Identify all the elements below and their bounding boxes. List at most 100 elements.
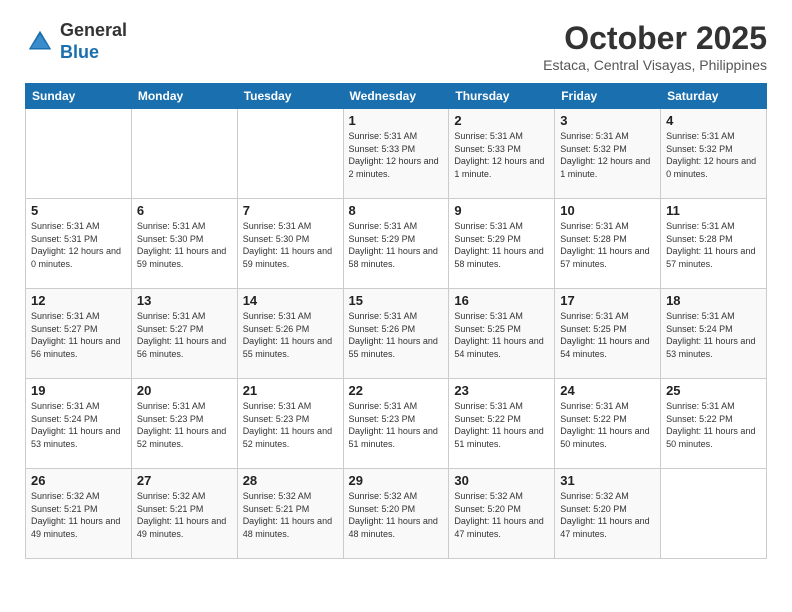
day-number: 1	[349, 113, 444, 128]
calendar-cell	[661, 469, 767, 559]
day-number: 22	[349, 383, 444, 398]
subtitle: Estaca, Central Visayas, Philippines	[543, 57, 767, 73]
calendar-cell: 5 Sunrise: 5:31 AMSunset: 5:31 PMDayligh…	[26, 199, 132, 289]
weekday-header-sunday: Sunday	[26, 84, 132, 109]
weekday-header-tuesday: Tuesday	[237, 84, 343, 109]
day-number: 8	[349, 203, 444, 218]
day-number: 2	[454, 113, 549, 128]
calendar-week-1: 1 Sunrise: 5:31 AMSunset: 5:33 PMDayligh…	[26, 109, 767, 199]
calendar-cell: 6 Sunrise: 5:31 AMSunset: 5:30 PMDayligh…	[131, 199, 237, 289]
calendar-cell: 21 Sunrise: 5:31 AMSunset: 5:23 PMDaylig…	[237, 379, 343, 469]
day-info: Sunrise: 5:31 AMSunset: 5:28 PMDaylight:…	[666, 220, 761, 270]
month-title: October 2025	[543, 20, 767, 57]
day-info: Sunrise: 5:32 AMSunset: 5:20 PMDaylight:…	[560, 490, 655, 540]
day-info: Sunrise: 5:31 AMSunset: 5:32 PMDaylight:…	[560, 130, 655, 180]
calendar-week-5: 26 Sunrise: 5:32 AMSunset: 5:21 PMDaylig…	[26, 469, 767, 559]
day-number: 25	[666, 383, 761, 398]
day-info: Sunrise: 5:31 AMSunset: 5:24 PMDaylight:…	[666, 310, 761, 360]
calendar-cell	[131, 109, 237, 199]
weekday-header-saturday: Saturday	[661, 84, 767, 109]
day-number: 10	[560, 203, 655, 218]
calendar-cell: 11 Sunrise: 5:31 AMSunset: 5:28 PMDaylig…	[661, 199, 767, 289]
calendar-cell: 30 Sunrise: 5:32 AMSunset: 5:20 PMDaylig…	[449, 469, 555, 559]
logo-text: General Blue	[60, 20, 127, 63]
day-info: Sunrise: 5:31 AMSunset: 5:22 PMDaylight:…	[666, 400, 761, 450]
day-info: Sunrise: 5:31 AMSunset: 5:32 PMDaylight:…	[666, 130, 761, 180]
calendar-cell: 2 Sunrise: 5:31 AMSunset: 5:33 PMDayligh…	[449, 109, 555, 199]
calendar-cell: 17 Sunrise: 5:31 AMSunset: 5:25 PMDaylig…	[555, 289, 661, 379]
calendar-cell: 7 Sunrise: 5:31 AMSunset: 5:30 PMDayligh…	[237, 199, 343, 289]
weekday-header-friday: Friday	[555, 84, 661, 109]
calendar-cell: 24 Sunrise: 5:31 AMSunset: 5:22 PMDaylig…	[555, 379, 661, 469]
day-info: Sunrise: 5:31 AMSunset: 5:23 PMDaylight:…	[243, 400, 338, 450]
day-info: Sunrise: 5:32 AMSunset: 5:20 PMDaylight:…	[454, 490, 549, 540]
day-number: 7	[243, 203, 338, 218]
day-number: 26	[31, 473, 126, 488]
calendar-cell	[237, 109, 343, 199]
calendar-week-2: 5 Sunrise: 5:31 AMSunset: 5:31 PMDayligh…	[26, 199, 767, 289]
calendar-cell: 12 Sunrise: 5:31 AMSunset: 5:27 PMDaylig…	[26, 289, 132, 379]
day-info: Sunrise: 5:31 AMSunset: 5:30 PMDaylight:…	[243, 220, 338, 270]
calendar-cell: 31 Sunrise: 5:32 AMSunset: 5:20 PMDaylig…	[555, 469, 661, 559]
day-number: 6	[137, 203, 232, 218]
calendar-cell: 29 Sunrise: 5:32 AMSunset: 5:20 PMDaylig…	[343, 469, 449, 559]
calendar-cell: 16 Sunrise: 5:31 AMSunset: 5:25 PMDaylig…	[449, 289, 555, 379]
day-number: 14	[243, 293, 338, 308]
day-number: 15	[349, 293, 444, 308]
day-number: 3	[560, 113, 655, 128]
title-section: October 2025 Estaca, Central Visayas, Ph…	[543, 20, 767, 73]
day-info: Sunrise: 5:31 AMSunset: 5:24 PMDaylight:…	[31, 400, 126, 450]
day-number: 20	[137, 383, 232, 398]
calendar-cell: 19 Sunrise: 5:31 AMSunset: 5:24 PMDaylig…	[26, 379, 132, 469]
logo-icon	[25, 27, 55, 57]
calendar-cell: 15 Sunrise: 5:31 AMSunset: 5:26 PMDaylig…	[343, 289, 449, 379]
day-info: Sunrise: 5:31 AMSunset: 5:30 PMDaylight:…	[137, 220, 232, 270]
day-info: Sunrise: 5:31 AMSunset: 5:25 PMDaylight:…	[560, 310, 655, 360]
day-number: 27	[137, 473, 232, 488]
day-number: 12	[31, 293, 126, 308]
day-info: Sunrise: 5:31 AMSunset: 5:23 PMDaylight:…	[349, 400, 444, 450]
calendar-cell: 8 Sunrise: 5:31 AMSunset: 5:29 PMDayligh…	[343, 199, 449, 289]
weekday-header-thursday: Thursday	[449, 84, 555, 109]
logo: General Blue	[25, 20, 127, 63]
calendar-cell: 20 Sunrise: 5:31 AMSunset: 5:23 PMDaylig…	[131, 379, 237, 469]
day-info: Sunrise: 5:31 AMSunset: 5:26 PMDaylight:…	[349, 310, 444, 360]
day-number: 19	[31, 383, 126, 398]
day-number: 28	[243, 473, 338, 488]
day-number: 29	[349, 473, 444, 488]
calendar-cell: 9 Sunrise: 5:31 AMSunset: 5:29 PMDayligh…	[449, 199, 555, 289]
day-number: 9	[454, 203, 549, 218]
day-info: Sunrise: 5:31 AMSunset: 5:25 PMDaylight:…	[454, 310, 549, 360]
day-info: Sunrise: 5:31 AMSunset: 5:22 PMDaylight:…	[560, 400, 655, 450]
calendar-cell: 25 Sunrise: 5:31 AMSunset: 5:22 PMDaylig…	[661, 379, 767, 469]
day-info: Sunrise: 5:31 AMSunset: 5:23 PMDaylight:…	[137, 400, 232, 450]
day-info: Sunrise: 5:31 AMSunset: 5:33 PMDaylight:…	[454, 130, 549, 180]
day-number: 4	[666, 113, 761, 128]
day-number: 30	[454, 473, 549, 488]
day-info: Sunrise: 5:32 AMSunset: 5:20 PMDaylight:…	[349, 490, 444, 540]
day-number: 5	[31, 203, 126, 218]
calendar-cell: 18 Sunrise: 5:31 AMSunset: 5:24 PMDaylig…	[661, 289, 767, 379]
calendar-cell: 28 Sunrise: 5:32 AMSunset: 5:21 PMDaylig…	[237, 469, 343, 559]
day-info: Sunrise: 5:32 AMSunset: 5:21 PMDaylight:…	[31, 490, 126, 540]
calendar-cell: 22 Sunrise: 5:31 AMSunset: 5:23 PMDaylig…	[343, 379, 449, 469]
day-info: Sunrise: 5:31 AMSunset: 5:29 PMDaylight:…	[349, 220, 444, 270]
calendar-cell: 1 Sunrise: 5:31 AMSunset: 5:33 PMDayligh…	[343, 109, 449, 199]
day-number: 31	[560, 473, 655, 488]
day-number: 17	[560, 293, 655, 308]
weekday-header-monday: Monday	[131, 84, 237, 109]
calendar-cell	[26, 109, 132, 199]
day-number: 18	[666, 293, 761, 308]
calendar-cell: 4 Sunrise: 5:31 AMSunset: 5:32 PMDayligh…	[661, 109, 767, 199]
calendar-table: SundayMondayTuesdayWednesdayThursdayFrid…	[25, 83, 767, 559]
weekday-header-wednesday: Wednesday	[343, 84, 449, 109]
day-number: 13	[137, 293, 232, 308]
day-info: Sunrise: 5:31 AMSunset: 5:27 PMDaylight:…	[31, 310, 126, 360]
calendar-cell: 14 Sunrise: 5:31 AMSunset: 5:26 PMDaylig…	[237, 289, 343, 379]
day-info: Sunrise: 5:31 AMSunset: 5:26 PMDaylight:…	[243, 310, 338, 360]
day-info: Sunrise: 5:32 AMSunset: 5:21 PMDaylight:…	[137, 490, 232, 540]
calendar-cell: 3 Sunrise: 5:31 AMSunset: 5:32 PMDayligh…	[555, 109, 661, 199]
calendar-cell: 27 Sunrise: 5:32 AMSunset: 5:21 PMDaylig…	[131, 469, 237, 559]
day-info: Sunrise: 5:31 AMSunset: 5:31 PMDaylight:…	[31, 220, 126, 270]
day-number: 21	[243, 383, 338, 398]
